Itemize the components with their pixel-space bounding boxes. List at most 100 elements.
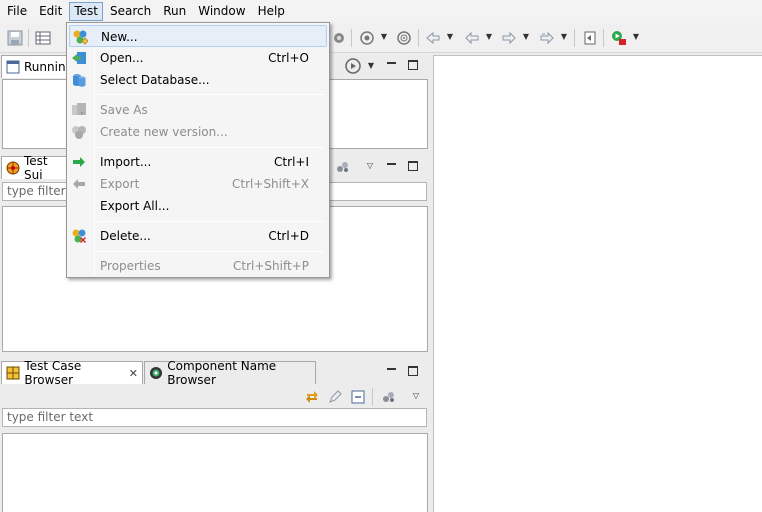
menu-search[interactable]: Search	[105, 2, 156, 21]
minimize-button[interactable]	[384, 58, 398, 72]
menu-item-shortcut: Ctrl+D	[268, 229, 309, 243]
minimize-button[interactable]	[384, 364, 398, 378]
menu-item-label: Export All...	[100, 199, 170, 213]
run-test-icon[interactable]	[610, 29, 628, 47]
menu-item-new[interactable]: New...	[69, 25, 327, 47]
back-dropdown-icon[interactable]: ▼	[446, 32, 454, 42]
menu-item-export[interactable]: Export Ctrl+Shift+X	[69, 173, 327, 195]
menu-separator	[97, 147, 325, 148]
toolbar-separator	[574, 29, 575, 47]
menu-item-label: New...	[101, 30, 138, 44]
menu-item-export-all[interactable]: Export All...	[69, 195, 327, 217]
toolbar-separator	[372, 388, 373, 406]
back-icon[interactable]	[424, 29, 442, 47]
save-icon[interactable]	[6, 29, 24, 47]
maximize-button[interactable]	[406, 58, 420, 72]
database-icon	[71, 72, 87, 88]
forward-dropdown-icon[interactable]: ▼	[560, 32, 568, 42]
menu-separator	[97, 221, 325, 222]
new-version-icon	[71, 124, 87, 140]
filter-icon[interactable]	[334, 158, 352, 176]
target-icon[interactable]	[358, 29, 376, 47]
test-suite-icon	[6, 160, 20, 176]
maximize-button[interactable]	[406, 159, 420, 173]
save-as-icon	[71, 102, 87, 118]
forward-icon[interactable]	[538, 29, 556, 47]
tab-test-suite[interactable]: Test Sui	[1, 154, 67, 182]
window-icon	[6, 59, 20, 75]
target-dropdown-icon[interactable]: ▼	[380, 32, 388, 42]
menu-item-shortcut: Ctrl+Shift+X	[232, 177, 309, 191]
tab-test-case-browser-label: Test Case Browser	[24, 359, 82, 387]
export-icon	[71, 176, 87, 192]
menu-item-create-new-version[interactable]: Create new version...	[69, 121, 327, 143]
menu-item-save-as[interactable]: Save As	[69, 99, 327, 121]
test-case-browser-view: Test Case Browser ✕ Component Name Brows…	[0, 359, 430, 512]
crosshair-icon[interactable]	[395, 29, 413, 47]
play-circle-icon[interactable]	[344, 57, 362, 75]
menu-item-label: Import...	[100, 155, 152, 169]
prev-icon[interactable]	[463, 29, 481, 47]
menubar: File Edit Test Search Run Window Help	[0, 0, 762, 23]
edit-icon[interactable]	[326, 388, 344, 406]
prev-dropdown-icon[interactable]: ▼	[485, 32, 493, 42]
link-editor-icon[interactable]	[303, 388, 321, 406]
new-icon	[72, 29, 88, 45]
menu-item-open[interactable]: Open... Ctrl+O	[69, 47, 327, 69]
menu-separator	[97, 94, 325, 95]
tab-running[interactable]: Running	[1, 55, 73, 78]
toolbar-separator	[28, 29, 29, 47]
next-icon[interactable]	[500, 29, 518, 47]
test-case-browser-body	[2, 433, 428, 512]
menu-item-shortcut: Ctrl+I	[274, 155, 309, 169]
menu-item-label: Select Database...	[100, 73, 210, 87]
collapse-all-icon[interactable]	[349, 388, 367, 406]
open-icon	[71, 50, 87, 66]
test-case-filter-input[interactable]: type filter text	[2, 408, 427, 427]
tab-test-case-browser[interactable]: Test Case Browser ✕	[1, 359, 143, 387]
menu-item-label: Create new version...	[100, 125, 228, 139]
menu-item-shortcut: Ctrl+O	[268, 51, 309, 65]
menu-item-import[interactable]: Import... Ctrl+I	[69, 151, 327, 173]
menu-test[interactable]: Test	[69, 2, 103, 21]
view-menu-icon[interactable]: ▽	[366, 161, 374, 171]
menu-help[interactable]: Help	[253, 2, 290, 21]
editor-area	[433, 55, 762, 512]
toolbar-separator	[603, 29, 604, 47]
delete-icon	[71, 228, 87, 244]
menu-item-delete[interactable]: Delete... Ctrl+D	[69, 225, 327, 247]
menu-item-label: Delete...	[100, 229, 151, 243]
refresh-icon[interactable]	[581, 29, 599, 47]
toolbar-separator	[351, 29, 352, 47]
tab-component-name-browser-label: Component Name Browser	[167, 359, 277, 387]
menu-window[interactable]: Window	[193, 2, 250, 21]
maximize-button[interactable]	[406, 364, 420, 378]
play-dropdown-icon[interactable]: ▼	[367, 61, 375, 71]
menu-item-shortcut: Ctrl+Shift+P	[233, 259, 309, 273]
tab-test-suite-label: Test Sui	[24, 154, 48, 182]
component-name-icon	[149, 365, 163, 381]
filter-icon[interactable]	[380, 388, 398, 406]
menu-item-label: Open...	[100, 51, 144, 65]
menu-item-label: Properties	[100, 259, 161, 273]
menu-separator	[97, 251, 325, 252]
menu-item-label: Export	[100, 177, 140, 191]
menu-item-select-database[interactable]: Select Database...	[69, 69, 327, 91]
component-icon[interactable]	[330, 29, 348, 47]
toolbar-separator	[418, 29, 419, 47]
menu-item-properties[interactable]: Properties Ctrl+Shift+P	[69, 255, 327, 277]
import-icon	[71, 154, 87, 170]
table-icon[interactable]	[34, 29, 52, 47]
run-dropdown-icon[interactable]: ▼	[632, 32, 640, 42]
next-dropdown-icon[interactable]: ▼	[522, 32, 530, 42]
tab-component-name-browser[interactable]: Component Name Browser	[144, 359, 316, 387]
test-menu-dropdown: New... Open... Ctrl+O Select Database...…	[66, 22, 330, 278]
menu-run[interactable]: Run	[158, 2, 191, 21]
test-case-icon	[6, 365, 20, 381]
menu-item-label: Save As	[100, 103, 148, 117]
menu-file[interactable]: File	[2, 2, 32, 21]
close-icon[interactable]: ✕	[129, 367, 138, 380]
minimize-button[interactable]	[384, 159, 398, 173]
menu-edit[interactable]: Edit	[34, 2, 67, 21]
view-menu-icon[interactable]: ▽	[412, 391, 420, 401]
